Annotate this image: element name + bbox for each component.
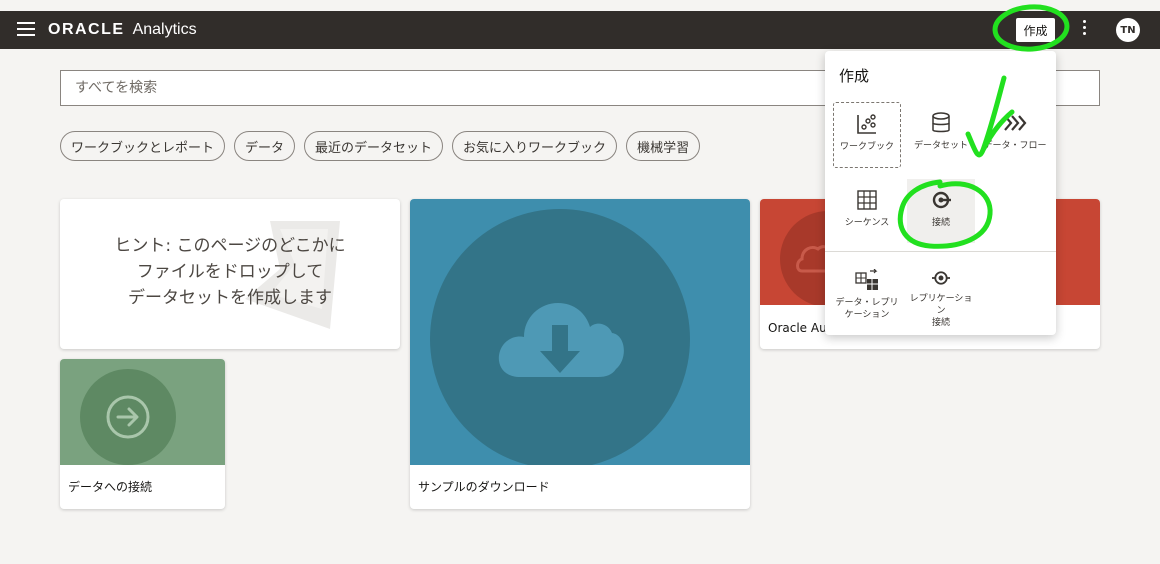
chip-favorite-workbooks[interactable]: お気に入りワークブック [452, 131, 618, 161]
brand-product-text: Analytics [132, 21, 197, 38]
chip-workbooks-reports[interactable]: ワークブックとレポート [60, 131, 226, 161]
brand-oracle-text: ORACLE [48, 21, 125, 38]
hint-line-2: ファイルをドロップして [136, 262, 324, 282]
card-banner [410, 199, 750, 465]
menu-item-replication-connection[interactable]: レプリケーション 接続 [907, 269, 975, 329]
card-banner [60, 359, 225, 465]
menu-item-label-line-1: レプリケーション [909, 294, 973, 316]
menu-item-dataflow[interactable]: データ・フロー [981, 102, 1049, 168]
filter-chips: ワークブックとレポート データ 最近のデータセット お気に入りワークブック 機械… [60, 131, 701, 161]
user-avatar[interactable]: TN [1116, 18, 1140, 42]
create-menu: 作成 ワークブック データセット データ・フロー シーケンス 接続 データ・レプ… [825, 51, 1056, 335]
menu-item-data-replication[interactable]: データ・レプリ ケーション [833, 269, 901, 329]
menu-item-dataset[interactable]: データセット [907, 102, 975, 168]
create-button[interactable]: 作成 [1016, 18, 1055, 42]
dataset-icon [932, 112, 950, 133]
drop-hint-card: ヒント: このページのどこかに ファイルをドロップして データセットを作成します [60, 199, 400, 349]
sample-download-card[interactable]: サンプルのダウンロード [410, 199, 750, 509]
menu-item-label: 接続 [931, 218, 950, 228]
menu-item-sequence[interactable]: シーケンス [833, 179, 901, 243]
sequence-icon [857, 190, 877, 210]
dataflow-icon [1004, 115, 1027, 131]
menu-item-label-line-1: データ・レプリ [835, 298, 899, 308]
menu-item-workbook[interactable]: ワークブック [833, 102, 901, 168]
chip-machine-learning[interactable]: 機械学習 [626, 131, 701, 161]
menu-divider [825, 251, 1056, 252]
replication-connection-icon [932, 271, 950, 285]
connect-card-label: データへの接続 [68, 480, 153, 494]
hint-line-3: データセットを作成します [128, 288, 332, 308]
oracle-card-label: Oracle Aut [768, 321, 832, 335]
menu-item-connection[interactable]: 接続 [907, 179, 975, 243]
menu-item-label-line-2: 接続 [931, 318, 950, 328]
data-replication-icon [855, 269, 878, 290]
menu-item-label: ワークブック [839, 142, 894, 152]
workbook-icon [857, 114, 876, 134]
top-app-bar: ORACLE Analytics 作成 TN [0, 11, 1160, 49]
hint-line-1: ヒント: このページのどこかに [114, 236, 346, 256]
brand-logo[interactable]: ORACLE Analytics [48, 19, 197, 41]
menu-item-label: シーケンス [844, 218, 890, 228]
menu-item-label: データ・フロー [983, 141, 1047, 151]
menu-item-label-line-2: ケーション [844, 310, 890, 320]
cloud-download-icon [498, 303, 624, 377]
hamburger-menu-icon[interactable] [17, 22, 35, 36]
connect-to-data-card[interactable]: データへの接続 [60, 359, 225, 509]
chip-recent-datasets[interactable]: 最近のデータセット [304, 131, 444, 161]
connection-icon [932, 191, 951, 209]
arrow-right-circle-icon [106, 395, 150, 439]
menu-item-label: データセット [913, 141, 968, 151]
chip-data[interactable]: データ [234, 131, 296, 161]
create-menu-title: 作成 [839, 67, 870, 85]
sample-card-label: サンプルのダウンロード [418, 480, 550, 494]
more-options-icon[interactable] [1080, 20, 1088, 40]
